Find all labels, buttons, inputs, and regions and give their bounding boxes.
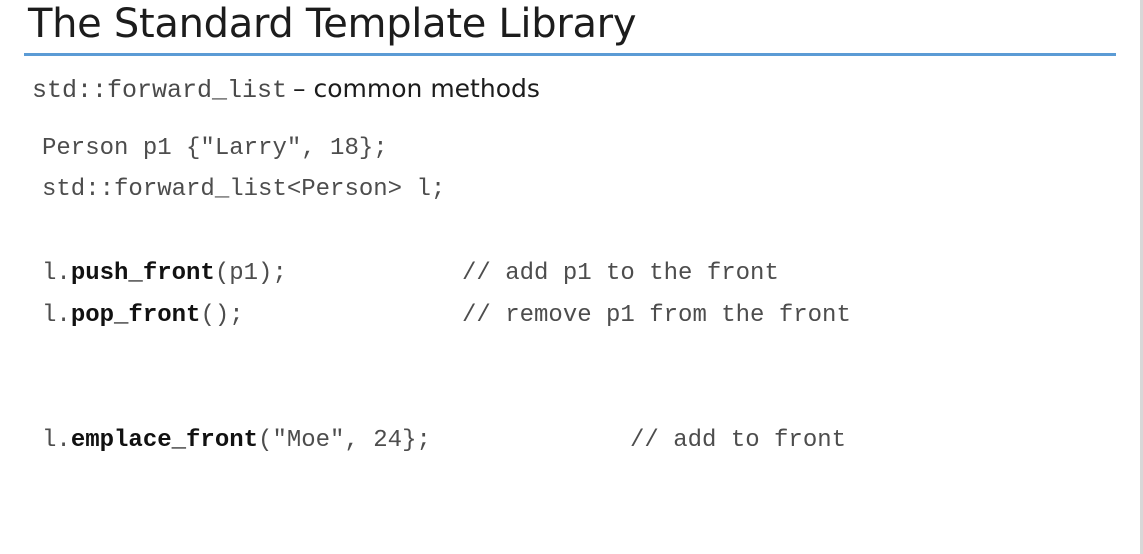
subtitle-code: std::forward_list (32, 76, 288, 105)
code-line-emplace-front: l.emplace_front("Moe", 24}; (42, 425, 431, 457)
code-args: (p1); (214, 260, 287, 287)
subtitle-text: – common methods (293, 74, 540, 103)
title-underline (24, 53, 1116, 56)
code-comment-push-front: // add p1 to the front (462, 260, 779, 287)
code-comment-pop-front: // remove p1 from the front (462, 302, 851, 329)
code-line-list-declaration: std::forward_list<Person> l; (42, 176, 446, 203)
code-object: l. (42, 302, 71, 329)
slide-subtitle: std::forward_list – common methods (32, 72, 540, 106)
code-comment-emplace-front: // add to front (630, 427, 847, 454)
code-line-push-front: l.push_front(p1); (42, 258, 287, 290)
code-args: ("Moe", 24}; (258, 427, 431, 454)
code-line-pop-front: l.pop_front(); (42, 300, 244, 332)
slide-title: The Standard Template Library (28, 1, 637, 47)
code-object: l. (42, 260, 71, 287)
code-line-person-declaration: Person p1 {"Larry", 18}; (42, 135, 388, 162)
code-method-pop-front: pop_front (70, 302, 201, 329)
code-method-push-front: push_front (70, 260, 215, 287)
code-args: (); (200, 302, 244, 329)
code-method-emplace-front: emplace_front (70, 427, 259, 454)
code-object: l. (42, 427, 71, 454)
